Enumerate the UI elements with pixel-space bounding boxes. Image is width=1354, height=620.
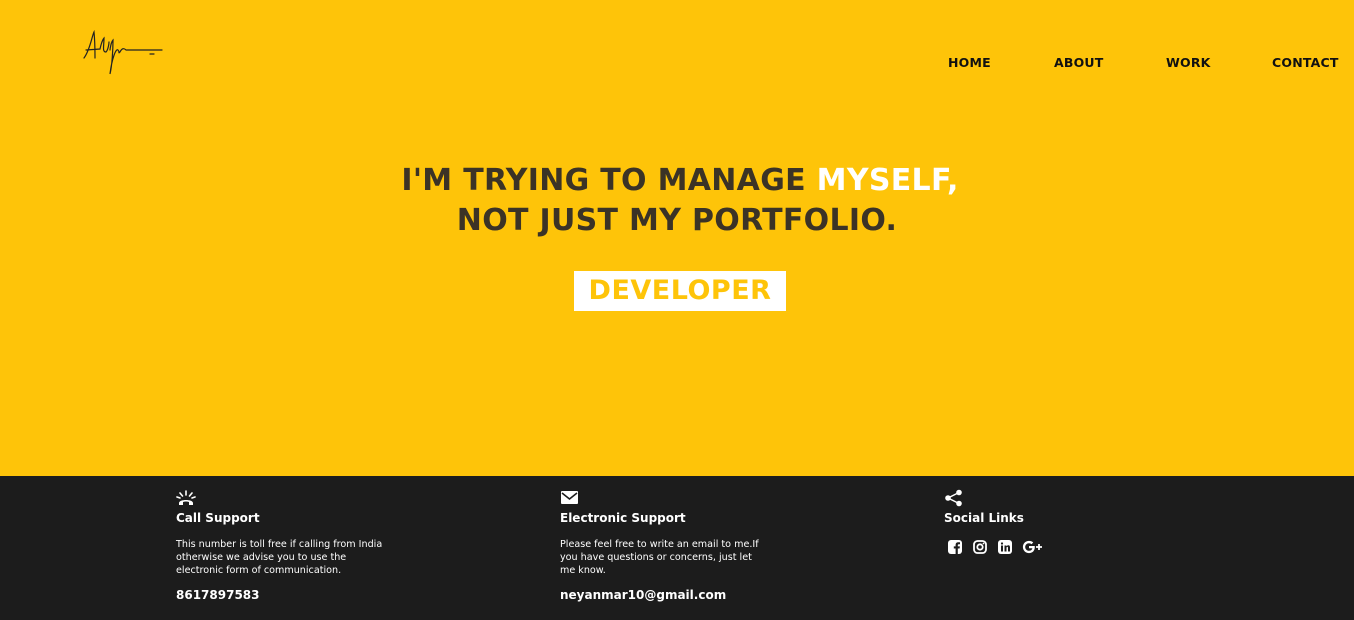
nav-work[interactable]: WORK bbox=[1166, 55, 1211, 70]
main-nav: HOME ABOUT WORK CONTACT bbox=[0, 55, 1354, 73]
share-icon bbox=[945, 489, 962, 507]
google-plus-icon[interactable] bbox=[1022, 539, 1044, 555]
headline-accent: MYSELF, bbox=[816, 163, 959, 198]
envelope-icon bbox=[561, 491, 578, 504]
nav-home[interactable]: HOME bbox=[948, 55, 991, 70]
instagram-icon[interactable] bbox=[972, 539, 988, 555]
footer: Call Support This number is toll free if… bbox=[0, 476, 1354, 620]
nav-contact[interactable]: CONTACT bbox=[1272, 55, 1339, 70]
hero-section: HOME ABOUT WORK CONTACT I'M TRYING TO MA… bbox=[0, 0, 1354, 476]
linkedin-icon[interactable] bbox=[997, 539, 1013, 555]
electronic-support-text: Please feel free to write an email to me… bbox=[560, 539, 759, 576]
social-icons bbox=[947, 539, 1044, 555]
social-links-title: Social Links bbox=[944, 511, 1024, 525]
headline-prefix: I'M TRYING TO MANAGE bbox=[401, 163, 817, 198]
phone-number[interactable]: 8617897583 bbox=[176, 588, 260, 602]
nav-about[interactable]: ABOUT bbox=[1054, 55, 1104, 70]
email-address[interactable]: neyanmar10@gmail.com bbox=[560, 588, 726, 602]
hero-headline-line2: NOT JUST MY PORTFOLIO. bbox=[456, 203, 898, 238]
phone-ringing-icon bbox=[176, 490, 196, 505]
call-support-text: This number is toll free if calling from… bbox=[176, 539, 383, 576]
electronic-support-title: Electronic Support bbox=[560, 511, 686, 525]
facebook-icon[interactable] bbox=[947, 539, 963, 555]
call-support-title: Call Support bbox=[176, 511, 260, 525]
hero-headline-line1: I'M TRYING TO MANAGE MYSELF, bbox=[3, 163, 1354, 198]
role-badge: DEVELOPER bbox=[574, 271, 786, 311]
